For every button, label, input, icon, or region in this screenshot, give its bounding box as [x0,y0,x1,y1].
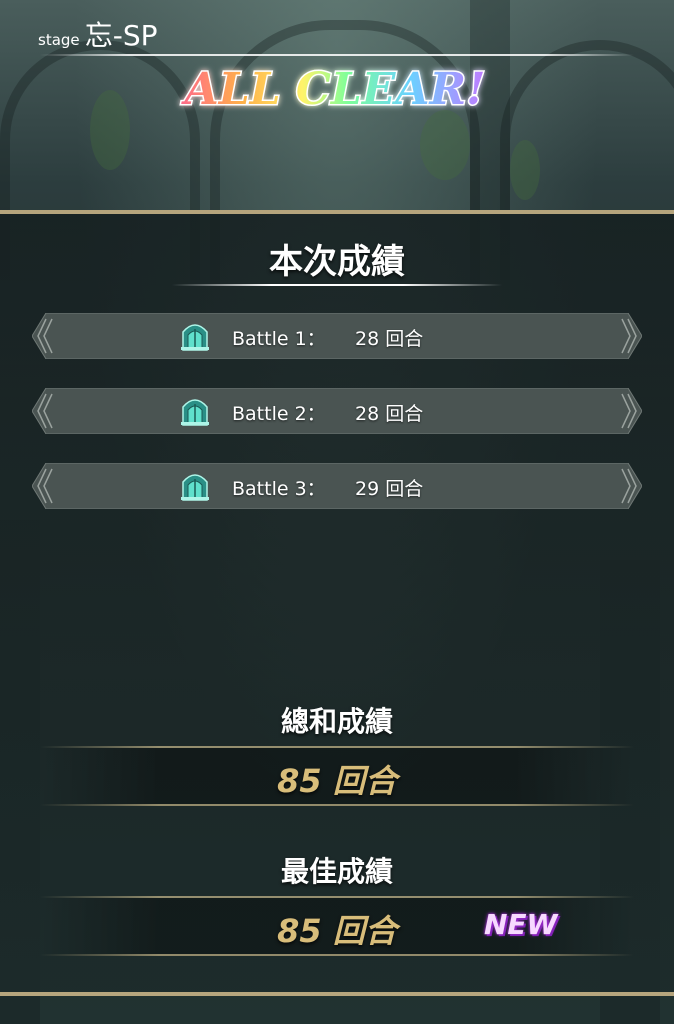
best-band-bottom-line [40,954,634,956]
best-score: 85 回合 [277,912,397,950]
vine-foliage [420,110,470,180]
battle-label: Battle 3： [232,478,326,500]
total-band-bottom-line [40,804,634,806]
current-results-title: 本次成績 [269,242,405,282]
battle-row-plate [32,388,642,434]
all-clear-text: ALL CLEAR! [181,64,486,115]
stage-prefix: stage [38,31,80,49]
battle-row-plate [32,463,642,509]
battle-label: Battle 2： [232,403,326,425]
header-divider [40,54,634,56]
gate-icon [181,474,209,501]
total-score: 85 回合 [277,762,397,800]
battle-row-plate [32,313,642,359]
best-results-title: 最佳成績 [280,855,393,888]
new-record-badge: NEW [484,908,558,941]
gate-icon [181,399,209,426]
battle-turns: 28 回合 [355,328,424,350]
battle-turns: 28 回合 [355,403,424,425]
current-results-underline [172,284,502,286]
all-clear-banner: ALL CLEAR! [179,63,487,117]
total-results-title: 總和成績 [280,705,393,738]
battle-row-3: Battle 3： 29 回合 [32,463,642,509]
battle-label: Battle 1： [232,328,326,350]
battle-row-1: Battle 1： 28 回合 [32,313,642,359]
battle-turns: 29 回合 [355,478,424,500]
stage-name: 忘-SP [84,19,158,52]
battle-row-2: Battle 2： 28 回合 [32,388,642,434]
gate-icon [181,324,209,351]
vine-foliage [510,140,540,200]
vine-foliage [90,90,130,170]
stage-label: stage 忘-SP [38,14,158,54]
